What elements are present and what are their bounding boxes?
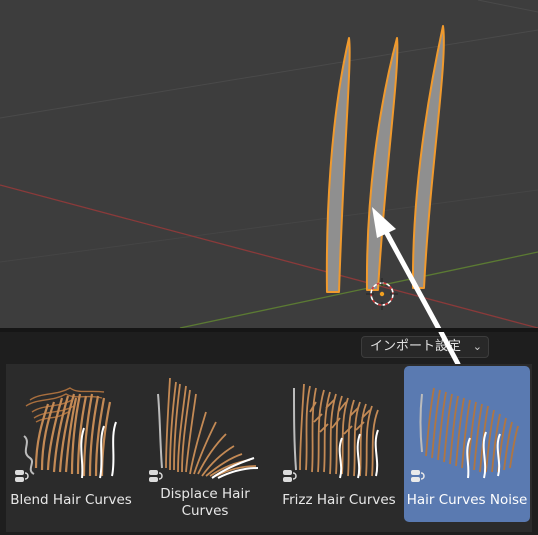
curves-asset-icon	[411, 470, 425, 482]
viewport-scene	[0, 0, 538, 328]
asset-thumbnail	[293, 383, 379, 479]
asset-label: Blend Hair Curves	[10, 492, 132, 508]
curves-asset-icon	[15, 470, 29, 482]
asset-thumbnail	[157, 377, 259, 479]
asset-blend-hair-curves[interactable]: Blend Hair Curves	[8, 366, 134, 522]
asset-shelf: インポート設定 ⌄ Blend Hair Curves Displace Hai…	[0, 332, 538, 535]
asset-frizz-hair-curves[interactable]: Frizz Hair Curves	[276, 366, 402, 522]
x-axis-line	[0, 184, 538, 328]
asset-label: Hair Curves Noise	[406, 492, 528, 508]
hair-strands	[325, 25, 445, 293]
asset-grid: Blend Hair Curves Displace Hair Curves F…	[6, 364, 532, 532]
curves-asset-icon	[149, 470, 163, 482]
asset-label: Frizz Hair Curves	[282, 492, 396, 508]
asset-thumbnail	[23, 387, 117, 479]
asset-hair-curves-noise[interactable]: Hair Curves Noise	[404, 366, 530, 522]
asset-thumbnail	[419, 387, 519, 479]
hair-strand-3	[411, 25, 445, 289]
3d-viewport[interactable]	[0, 0, 538, 328]
curves-asset-icon	[283, 470, 297, 482]
asset-label: Displace Hair Curves	[160, 486, 250, 519]
y-axis-line	[179, 251, 538, 328]
hair-strand-2	[365, 37, 399, 291]
asset-displace-hair-curves[interactable]: Displace Hair Curves	[142, 366, 268, 522]
hair-strand-1	[325, 37, 351, 293]
